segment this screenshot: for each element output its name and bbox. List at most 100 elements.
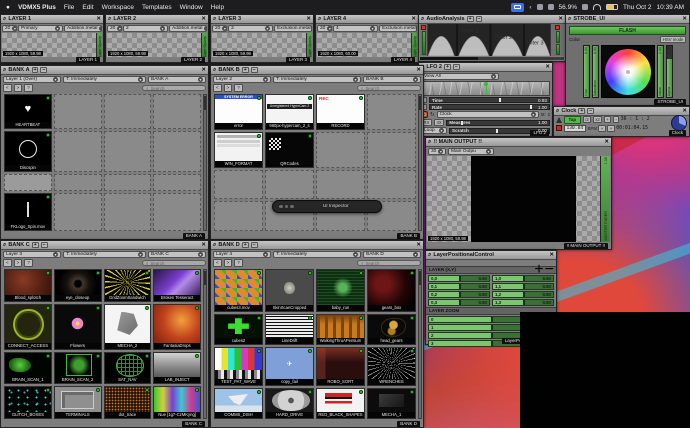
- clip-cell[interactable]: HARD_DRIVE: [265, 388, 314, 419]
- tap-tempo-button[interactable]: Tap: [564, 116, 582, 124]
- minus-button[interactable]: −: [251, 67, 258, 73]
- layer-composition-select[interactable]: Addition.metal▾: [169, 25, 207, 32]
- audio-level-slider[interactable]: [556, 31, 560, 43]
- clip-cell[interactable]: RECRECORD: [316, 94, 365, 130]
- layer-xy-slider-0,1[interactable]: 0,10.50: [428, 283, 490, 290]
- clip-cell[interactable]: MECHA_2: [104, 304, 152, 350]
- strobe-value-slider[interactable]: 1.00Value: [657, 45, 664, 98]
- clip-cell[interactable]: COMMS_DISH: [214, 388, 263, 419]
- empty-clip-slot[interactable]: [104, 174, 152, 191]
- magnifier-icon[interactable]: ⌕: [568, 16, 571, 22]
- clip-cell[interactable]: TERMINALS: [54, 386, 102, 419]
- status-icon[interactable]: [537, 4, 543, 10]
- strobe-titlebar[interactable]: ⌕ STROBE_UI ✕: [566, 15, 689, 24]
- bank-scrollbar[interactable]: [418, 94, 422, 231]
- bpm-double-button[interactable]: x2: [593, 116, 603, 123]
- clip-cell[interactable]: copy_fail: [265, 347, 314, 386]
- layer-composition-select[interactable]: Addition.metal▾: [64, 25, 102, 32]
- clip-cell[interactable]: gears_box: [367, 269, 416, 312]
- strobe-saturation-slider[interactable]: 0.50Saturation: [592, 45, 599, 98]
- bank-trigger-select[interactable]: T: Immediately▾: [63, 76, 146, 83]
- bank-scrollbar[interactable]: [203, 94, 207, 231]
- clip-cell[interactable]: ROBO_SORT: [316, 347, 365, 386]
- layer-fps-select[interactable]: 20▾: [107, 25, 122, 32]
- layer-opacity-slider[interactable]: Layer Opacity: [306, 33, 312, 57]
- lfo-3x-button[interactable]: 3X: [434, 119, 444, 126]
- bank-titlebar[interactable]: ⌕ BANK D + − ✕: [211, 241, 423, 250]
- close-icon[interactable]: ✕: [201, 16, 206, 22]
- bpm-plus-button[interactable]: +: [604, 116, 612, 123]
- layer-titlebar[interactable]: ⌕ LAYER 3 ✕: [211, 15, 313, 24]
- audio-gain-strip[interactable]: [420, 24, 428, 56]
- clip-cell[interactable]: LAB_INJECT: [153, 352, 201, 385]
- bank-prev-button[interactable]: <: [213, 84, 222, 92]
- menu-item-window[interactable]: Window: [180, 4, 203, 11]
- menu-item-templates[interactable]: Templates: [142, 4, 172, 11]
- chevron-left-icon[interactable]: ‹: [529, 4, 531, 11]
- empty-clip-slot[interactable]: [153, 131, 201, 172]
- strobe-alpha-slider[interactable]: 0.75Alpha: [666, 45, 673, 98]
- empty-clip-slot[interactable]: [153, 174, 201, 191]
- bank-titlebar[interactable]: ⌕ BANK A + − ✕: [1, 66, 208, 75]
- empty-clip-slot[interactable]: [265, 170, 314, 200]
- bank-prev-button[interactable]: <: [3, 84, 12, 92]
- clock-tab[interactable]: Clock: [669, 130, 686, 136]
- clip-cell[interactable]: Blood_splotch: [4, 269, 52, 302]
- layer-opacity-slider[interactable]: Layer Opacity: [411, 33, 417, 57]
- magnifier-icon[interactable]: ⌕: [318, 16, 321, 22]
- layer-source-select[interactable]: 3▾: [228, 25, 273, 32]
- magnifier-icon[interactable]: ⌕: [213, 16, 216, 22]
- magnifier-icon[interactable]: ⌕: [428, 252, 431, 258]
- clip-cell[interactable]: WIN_FORMAT: [214, 132, 263, 168]
- empty-clip-slot[interactable]: [54, 193, 102, 231]
- layer-source-select[interactable]: Primary▾: [18, 25, 63, 32]
- screen-mirroring-icon[interactable]: [511, 3, 524, 12]
- master-fader-slider[interactable]: 1.00 MASTER FADER: [600, 156, 610, 242]
- clip-cell[interactable]: HEARTBEAT: [4, 94, 52, 129]
- main-output-tab[interactable]: !! MAIN OUTPUT !!: [564, 243, 608, 249]
- empty-clip-slot[interactable]: [104, 193, 152, 231]
- bank-search-input[interactable]: ⌕Search: [357, 85, 421, 92]
- minus-button[interactable]: −: [587, 108, 594, 114]
- lfo-m-value[interactable]: 2: [548, 112, 550, 117]
- layer-xy-slider-0,3[interactable]: 0,30.50: [428, 299, 490, 306]
- clip-cell[interactable]: GridZoomSandwich: [104, 269, 152, 302]
- magnifier-icon[interactable]: ⌕: [213, 242, 216, 248]
- bpm-minus-button[interactable]: -: [613, 116, 619, 123]
- plus-button[interactable]: +: [467, 16, 474, 22]
- layer-fps-select[interactable]: 20▾: [212, 25, 227, 32]
- strobe-hue-slider[interactable]: 0.00Hue: [583, 45, 590, 98]
- bank-next-button[interactable]: >: [224, 259, 233, 267]
- layer-preview[interactable]: 1920 x 1080, 59.98 Layer Opacity: [2, 33, 102, 57]
- bank-tab[interactable]: BANK B: [397, 233, 420, 239]
- empty-clip-slot[interactable]: [367, 132, 416, 168]
- audio-output-strip[interactable]: [550, 24, 564, 56]
- bank-tab[interactable]: BANK A: [183, 233, 205, 239]
- layer-xy-slider-1,1[interactable]: 1,10.50: [492, 283, 554, 290]
- minus-button[interactable]: −: [453, 64, 460, 70]
- bank-tab[interactable]: BANK D: [397, 421, 420, 427]
- audio-scrollbar[interactable]: [420, 57, 564, 61]
- audio-analysis-titlebar[interactable]: ⌕ AudioAnalysis + − ✕: [419, 15, 565, 24]
- clip-cell[interactable]: cubes2: [214, 314, 263, 345]
- empty-clip-slot[interactable]: [153, 193, 201, 231]
- lfo-titlebar[interactable]: ⌕ LFO 2 + − ✕: [419, 63, 552, 72]
- magnifier-icon[interactable]: ⌕: [108, 16, 111, 22]
- clip-cell[interactable]: WRENCHES: [367, 347, 416, 386]
- layer-source-select[interactable]: 2▾: [123, 25, 168, 32]
- minus-button[interactable]: −: [545, 261, 554, 265]
- bank-layer-select[interactable]: Layer 4▾: [213, 251, 271, 258]
- ui-inspector-collapsed-window[interactable]: UI Inspector: [272, 200, 382, 213]
- bank-layer-select[interactable]: Layer 3▾: [3, 251, 61, 258]
- bank-trigger-select[interactable]: T: Immediately▾: [273, 76, 361, 83]
- loop-arrow-icon[interactable]: ↻: [430, 112, 435, 118]
- lfo-loop-select[interactable]: Loop▾: [421, 127, 447, 134]
- close-icon[interactable]: ✕: [411, 16, 416, 22]
- bank-name-select[interactable]: BANK A▾: [148, 76, 206, 83]
- status-icon[interactable]: [548, 4, 554, 10]
- clip-cell[interactable]: RED_BLACK_SHAPES: [316, 388, 365, 419]
- bank-trigger-select[interactable]: T: Immediately▾: [273, 251, 361, 258]
- layer-preview[interactable]: 1920 x 1080, 59.98 Layer Opacity: [107, 33, 207, 57]
- layer-titlebar[interactable]: ⌕ LAYER 1 ✕: [1, 15, 103, 24]
- bank-search-input[interactable]: ⌕Search: [357, 260, 421, 267]
